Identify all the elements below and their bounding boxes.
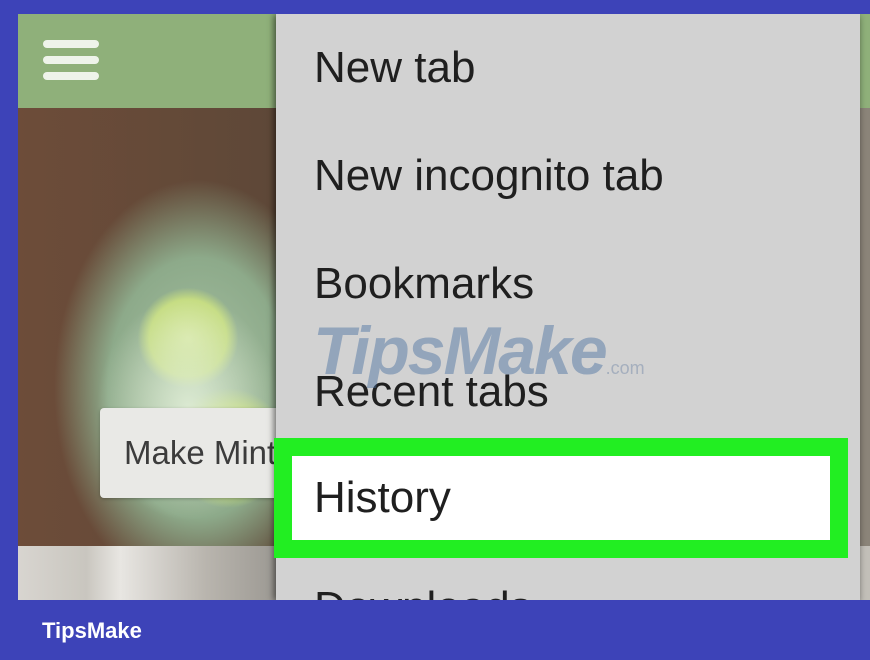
phone-screen: Make Mint New tab New incognito tab Book… [18,14,870,600]
menu-item-downloads[interactable]: Downloads [276,554,860,600]
menu-item-label: New tab [314,43,476,92]
hamburger-icon[interactable] [43,40,99,80]
menu-item-bookmarks[interactable]: Bookmarks [276,230,860,338]
hamburger-bar [43,56,99,64]
footer-bar: TipsMake [0,600,870,660]
menu-item-label: Bookmarks [314,259,535,308]
menu-item-recent-tabs[interactable]: Recent tabs [276,338,860,446]
menu-item-new-tab[interactable]: New tab [276,14,860,122]
menu-item-label: Downloads [314,583,532,600]
hamburger-bar [43,72,99,80]
menu-item-label: History [314,473,451,522]
menu-item-label: Recent tabs [314,367,549,416]
menu-item-history[interactable]: History [274,438,848,558]
menu-item-new-incognito-tab[interactable]: New incognito tab [276,122,860,230]
hero-caption-text: Make Mint [124,434,277,471]
footer-brand: TipsMake [42,618,142,643]
menu-item-label: New incognito tab [314,151,664,200]
hamburger-bar [43,40,99,48]
